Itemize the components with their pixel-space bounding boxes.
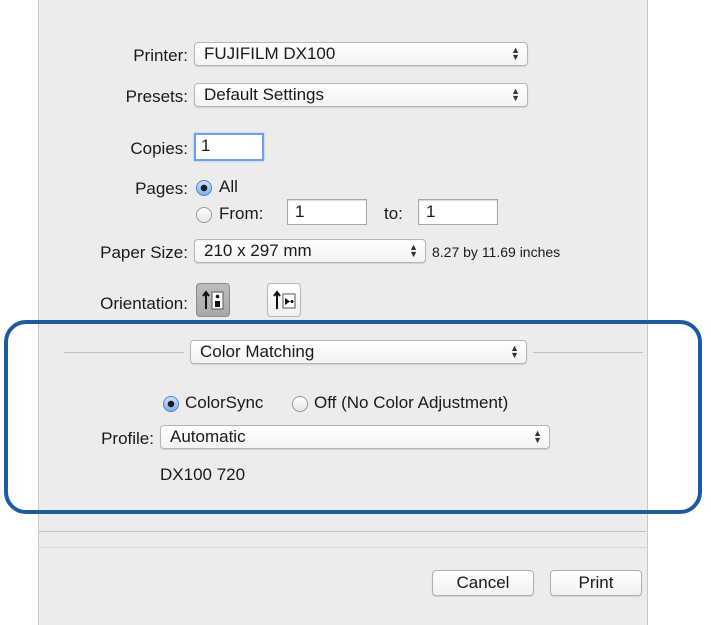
pages-to-label: to: bbox=[384, 204, 403, 223]
pages-label: Pages: bbox=[135, 179, 188, 198]
printer-label: Printer: bbox=[133, 46, 188, 65]
popup-arrows-icon: ▲ ▼ bbox=[511, 45, 520, 62]
paper-size-popup[interactable]: 210 x 297 mm ▲ ▼ bbox=[194, 239, 426, 263]
pages-all-label: All bbox=[219, 177, 238, 196]
printer-value: FUJIFILM DX100 bbox=[204, 44, 336, 63]
color-matching-highlight bbox=[4, 320, 702, 514]
paper-size-value: 210 x 297 mm bbox=[204, 241, 312, 260]
popup-arrows-icon: ▲ ▼ bbox=[409, 242, 418, 259]
bottom-separator bbox=[38, 531, 646, 532]
orientation-portrait-button[interactable] bbox=[196, 283, 230, 317]
paper-size-label: Paper Size: bbox=[100, 243, 188, 262]
print-button[interactable]: Print bbox=[550, 570, 642, 596]
presets-popup[interactable]: Default Settings ▲ ▼ bbox=[194, 83, 528, 107]
orientation-landscape-button[interactable] bbox=[267, 283, 301, 317]
bottom-separator-inner bbox=[38, 547, 646, 548]
popup-arrows-icon: ▲ ▼ bbox=[511, 86, 520, 103]
pages-from-radio[interactable] bbox=[196, 207, 212, 223]
paper-size-dimensions: 8.27 by 11.69 inches bbox=[432, 244, 561, 260]
orientation-label: Orientation: bbox=[100, 294, 188, 313]
presets-label: Presets: bbox=[125, 87, 188, 106]
pages-all-radio[interactable] bbox=[196, 180, 212, 196]
presets-value: Default Settings bbox=[204, 85, 325, 104]
printer-popup[interactable]: FUJIFILM DX100 ▲ ▼ bbox=[194, 42, 528, 66]
cancel-button[interactable]: Cancel bbox=[432, 570, 534, 596]
landscape-orientation-icon bbox=[273, 290, 296, 309]
pages-to-input[interactable]: 1 bbox=[418, 199, 498, 225]
pages-from-label: From: bbox=[219, 204, 264, 223]
copies-label: Copies: bbox=[130, 139, 188, 158]
pages-from-input[interactable]: 1 bbox=[287, 199, 367, 225]
portrait-orientation-icon bbox=[202, 290, 224, 310]
copies-input[interactable]: 1 bbox=[194, 133, 264, 161]
